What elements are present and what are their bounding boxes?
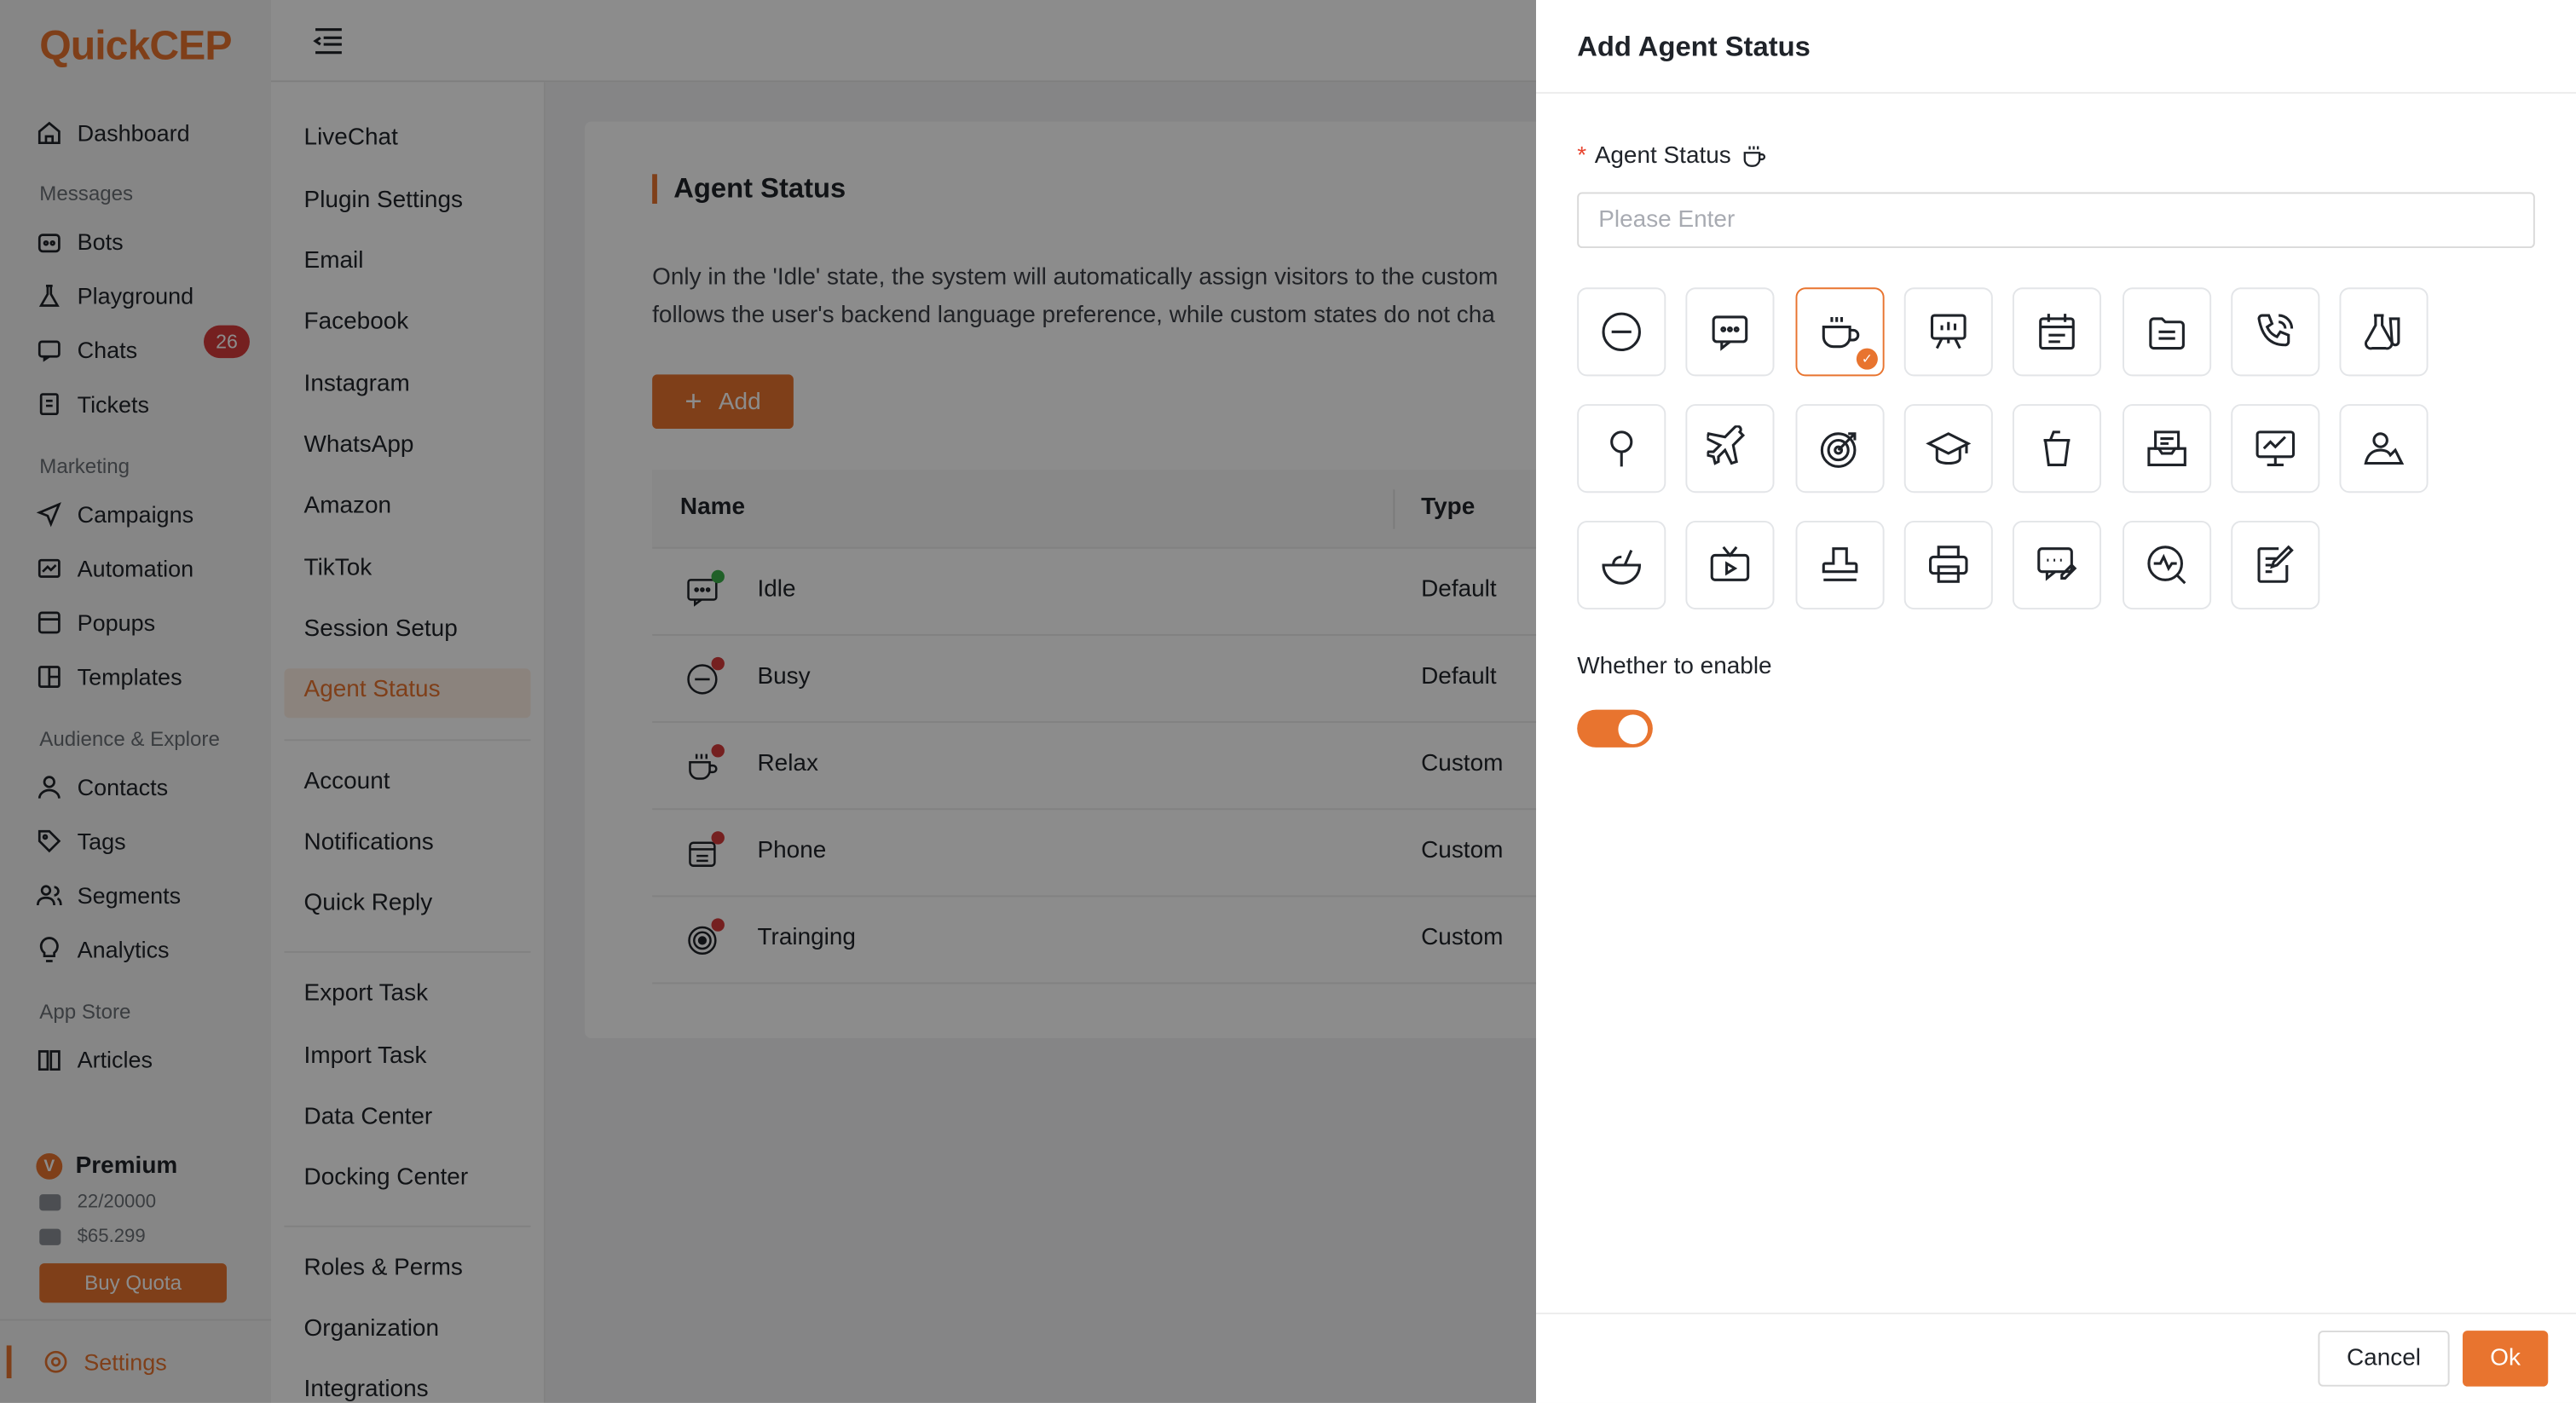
bowl-icon[interactable] [1577,520,1666,610]
coffee-icon[interactable]: ✓ [1795,287,1885,377]
cancel-button[interactable]: Cancel [2318,1331,2450,1387]
printer-icon[interactable] [1903,520,1993,610]
target-icon[interactable] [1795,404,1885,494]
cup-icon[interactable] [2012,404,2102,494]
chat-dots-icon[interactable] [1685,287,1775,377]
airplane-icon[interactable] [1685,404,1775,494]
enable-toggle[interactable] [1577,709,1653,748]
chat-edit-icon[interactable] [2012,520,2102,610]
search-pulse-icon[interactable] [2123,520,2212,610]
coffee-icon [1741,143,1767,170]
drawer-backdrop[interactable] [0,0,1537,1403]
phone-icon[interactable] [2231,287,2320,377]
inbox-icon[interactable] [2123,404,2212,494]
note-edit-icon[interactable] [2231,520,2320,610]
calendar-icon[interactable] [2012,287,2102,377]
graduation-cap-icon[interactable] [1903,404,1993,494]
toggle-knob [1618,713,1649,744]
presentation-icon[interactable] [1903,287,1993,377]
enable-label: Whether to enable [1577,654,1772,680]
drawer-title: Add Agent Status [1577,31,1811,63]
pin-icon[interactable] [1577,404,1666,494]
add-agent-status-drawer: Add Agent Status * Agent Status ✓ [1536,0,2576,1403]
folder-icon[interactable] [2123,287,2212,377]
agent-status-label: * Agent Status [1577,143,1767,170]
tv-icon[interactable] [1685,520,1775,610]
ok-button[interactable]: Ok [2463,1331,2549,1387]
user-landscape-icon[interactable] [2339,404,2429,494]
minus-circle-icon[interactable] [1577,287,1666,377]
flask-icon[interactable] [2339,287,2429,377]
required-mark: * [1577,142,1587,170]
agent-status-input[interactable] [1577,192,2535,249]
stamp-icon[interactable] [1795,520,1885,610]
monitor-chart-icon[interactable] [2231,404,2320,494]
check-icon: ✓ [1856,348,1878,370]
